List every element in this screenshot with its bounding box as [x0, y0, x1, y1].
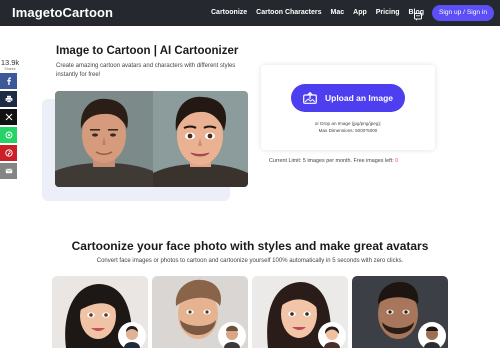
whatsapp-icon [5, 131, 12, 139]
before-after-image [55, 91, 248, 187]
original-photo [55, 91, 153, 187]
share-print-button[interactable] [0, 91, 17, 107]
x-twitter-icon [5, 113, 12, 121]
chat-bubble-icon[interactable] [414, 8, 422, 21]
nav-link-pricing[interactable]: Pricing [376, 9, 400, 16]
upload-image-icon [303, 92, 317, 104]
cartoon-man-beard-example [152, 276, 248, 348]
share-pinterest-button[interactable] [0, 145, 17, 161]
max-dimensions-text: Max Dimensions: 5000*5000 [318, 128, 378, 133]
site-logo[interactable]: ImagetoCartoon [12, 5, 113, 20]
cartoon-result [153, 91, 248, 187]
facebook-icon [6, 77, 11, 85]
share-count: 13.9k [0, 58, 20, 67]
pinterest-icon [4, 149, 13, 157]
gallery-tile[interactable] [252, 276, 348, 348]
cartoon-man-dark-example [352, 276, 448, 348]
share-count-label: Shares [4, 67, 16, 71]
share-whatsapp-button[interactable] [0, 127, 17, 143]
upload-panel[interactable]: Upload an Image or Drop an Image (jpg/pn… [261, 65, 435, 150]
top-navbar: ImagetoCartoon Cartoonize Cartoon Charac… [0, 0, 500, 26]
share-email-button[interactable] [0, 163, 17, 179]
signin-button[interactable]: Sign up / Sign in [432, 5, 494, 21]
usage-limit-text: Current Limit: 5 images per month. Free … [269, 158, 398, 164]
gallery-tile[interactable] [152, 276, 248, 348]
usage-limit-label: Current Limit: 5 images per month. Free … [269, 158, 394, 164]
share-facebook-button[interactable] [0, 73, 17, 89]
upload-button-label: Upload an Image [324, 93, 393, 103]
images-left-count: 0 [395, 158, 399, 164]
page-description: Create amazing cartoon avatars and chara… [56, 63, 236, 78]
nav-link-cartoon-characters[interactable]: Cartoon Characters [256, 9, 321, 16]
nav-link-mac[interactable]: Mac [331, 9, 345, 16]
cartoon-woman-example [52, 276, 148, 348]
print-icon [5, 95, 12, 103]
cartoon-woman-long-hair-example [252, 276, 348, 348]
drop-hint: or Drop an Image (jpg/png/jpeg); [314, 121, 382, 126]
gallery-tile[interactable] [52, 276, 148, 348]
upload-image-button[interactable]: Upload an Image [291, 84, 405, 112]
gallery-tile[interactable] [352, 276, 448, 348]
page-title: Image to Cartoon | AI Cartoonizer [56, 45, 239, 57]
share-x-button[interactable] [0, 109, 17, 125]
section-title: Cartoonize your face photo with styles a… [71, 239, 429, 253]
email-icon [5, 168, 12, 174]
section-description: Convert face images or photos to cartoon… [96, 258, 404, 264]
style-gallery [52, 276, 448, 348]
nav-link-cartoonize[interactable]: Cartoonize [211, 9, 247, 16]
share-sidebar: 13.9k Shares [0, 58, 20, 181]
nav-links: Cartoonize Cartoon Characters Mac App Pr… [211, 9, 433, 16]
nav-link-app[interactable]: App [353, 9, 367, 16]
